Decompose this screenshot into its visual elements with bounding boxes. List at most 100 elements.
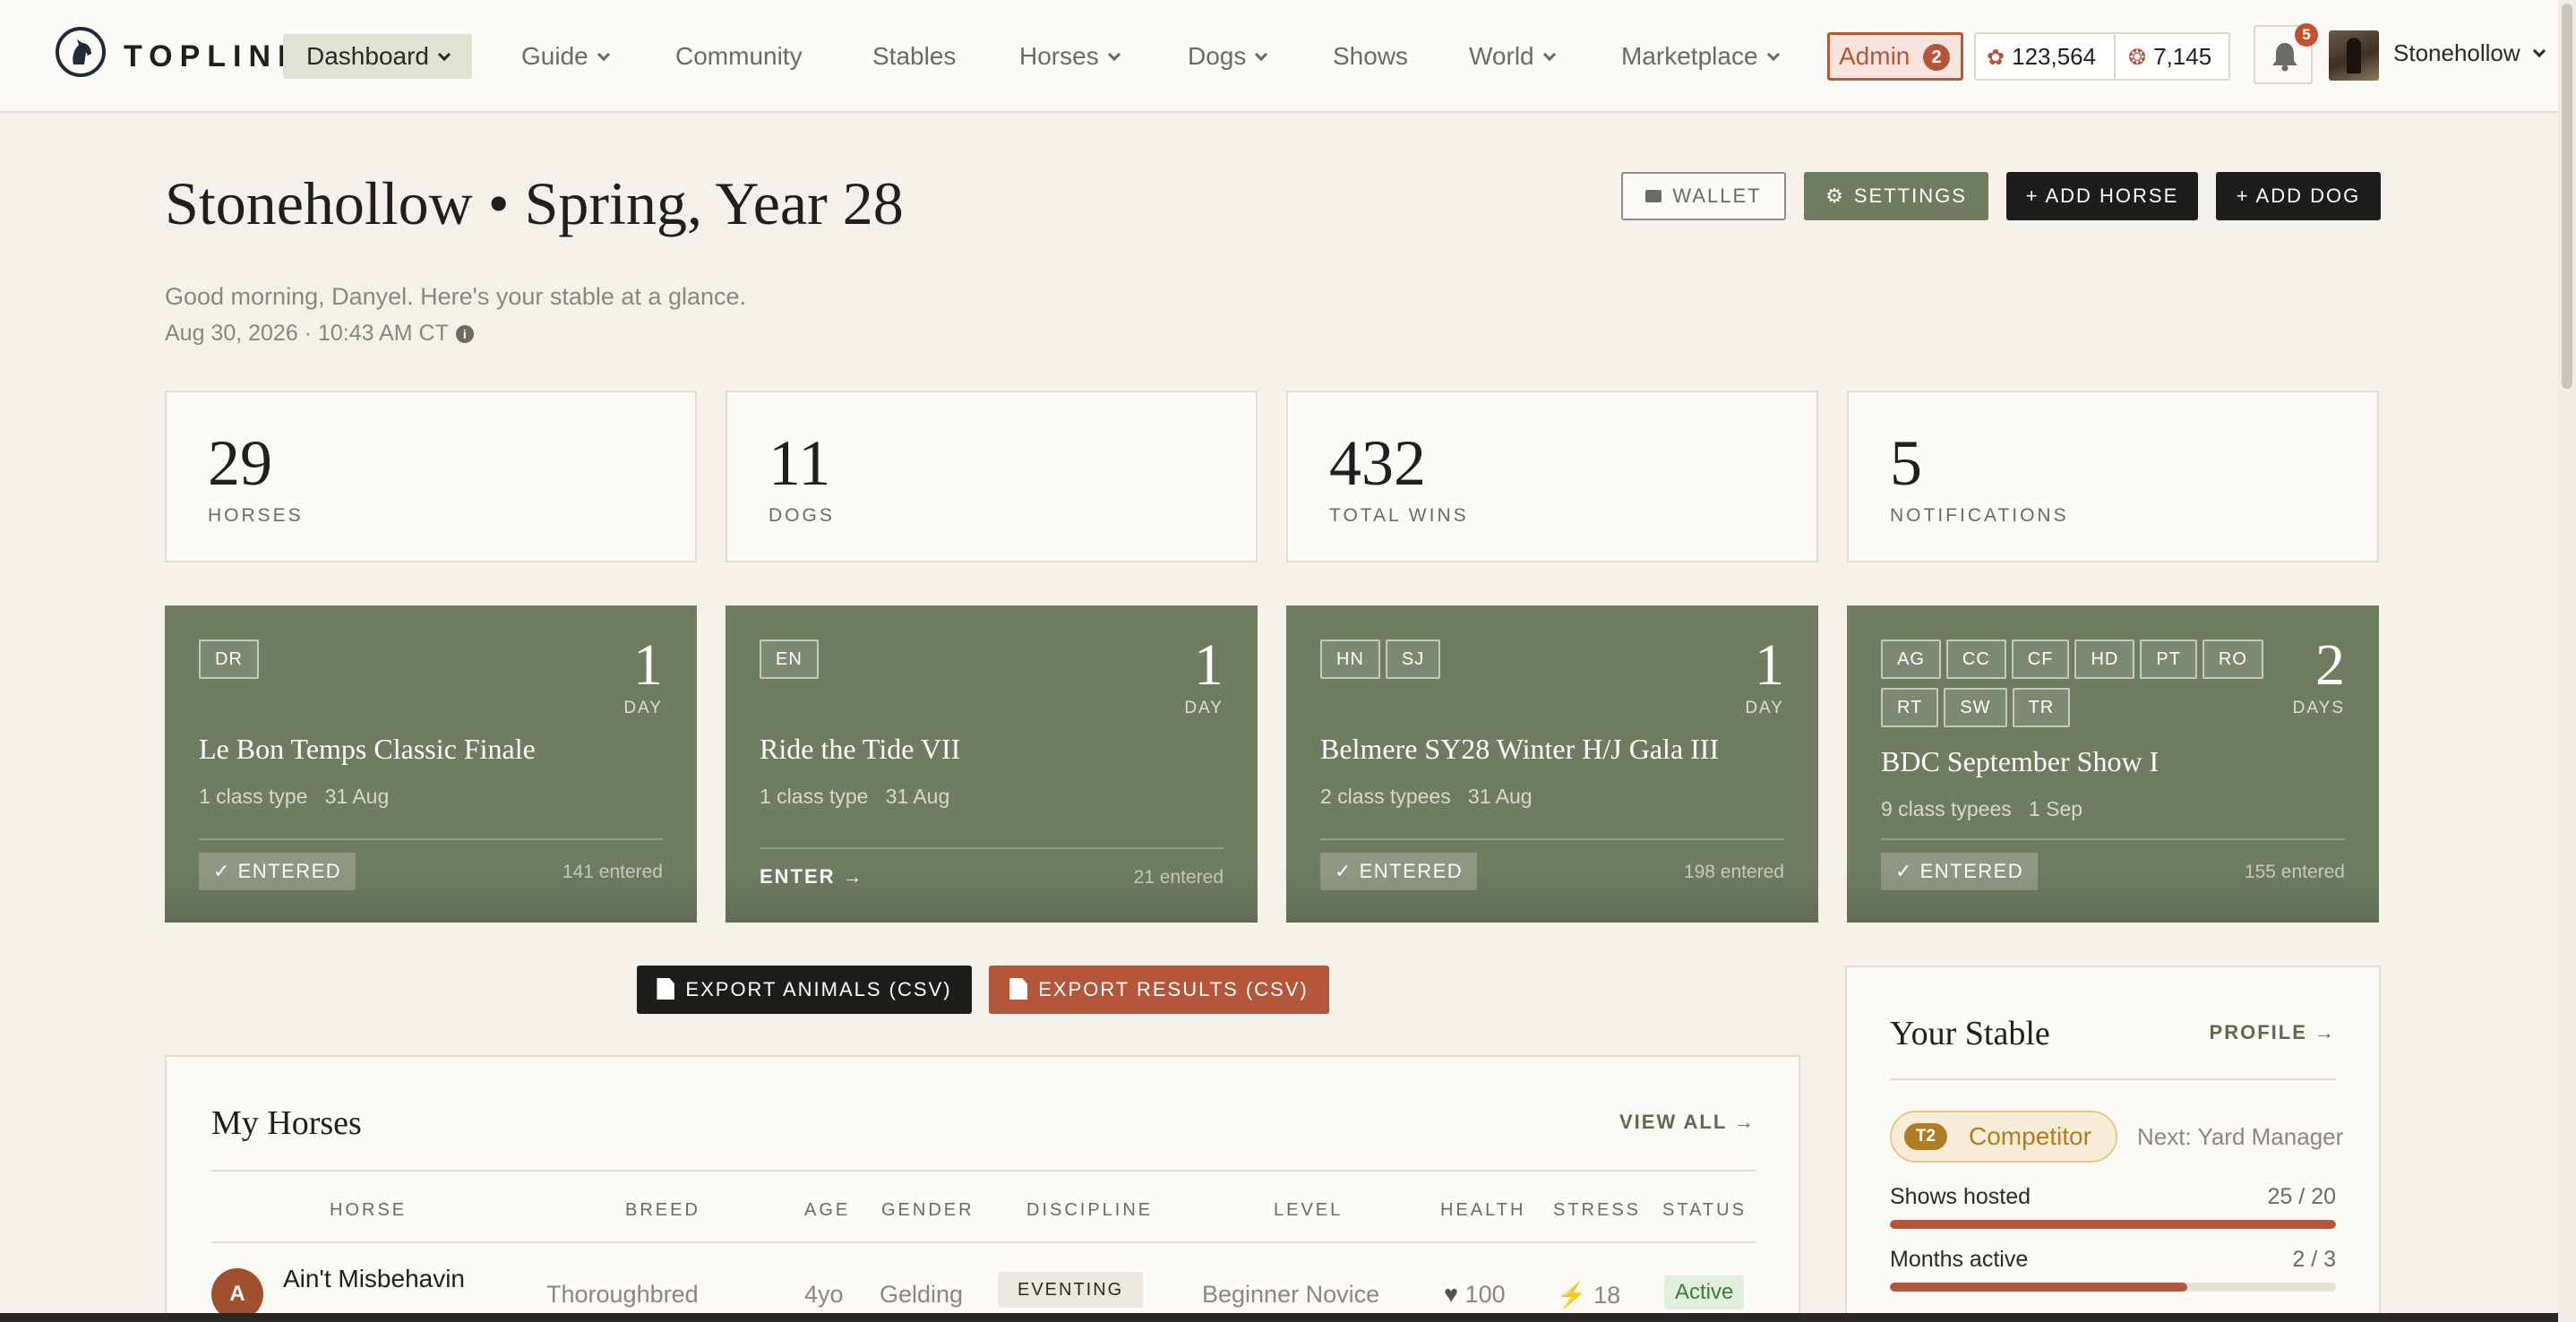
scrollbar-thumb[interactable] xyxy=(2562,4,2572,389)
column-header-age[interactable]: AGE xyxy=(804,1200,850,1221)
column-header-stress[interactable]: STRESS xyxy=(1553,1200,1641,1221)
currency-display[interactable]: ✿ 123,564 ❂ 7,145 xyxy=(1974,32,2230,81)
nav-world[interactable]: World xyxy=(1469,34,1556,79)
horse-name-link[interactable]: Ain't Misbehavin xyxy=(283,1265,465,1293)
chevron-down-icon xyxy=(1542,47,1556,62)
show-title[interactable]: Le Bon Temps Classic Finale xyxy=(199,733,536,766)
stat-card-notifications[interactable]: 5 NOTIFICATIONS xyxy=(1847,391,2379,562)
brand-name[interactable]: TOPLINE xyxy=(124,39,305,74)
wallet-icon xyxy=(1645,190,1662,202)
column-header-horse[interactable]: HORSE xyxy=(330,1200,407,1221)
greeting-text: Good morning, Danyel. Here's your stable… xyxy=(165,283,747,310)
tier-name: Competitor xyxy=(1969,1122,2091,1150)
datetime-text: Aug 30, 2026 · 10:43 AM CT i xyxy=(165,321,474,347)
nav-horses[interactable]: Horses xyxy=(1019,34,1121,79)
column-header-breed[interactable]: BREED xyxy=(625,1200,700,1221)
class-tags: DR xyxy=(199,640,593,688)
horse-logo-icon[interactable] xyxy=(56,27,106,77)
show-title[interactable]: BDC September Show I xyxy=(1881,745,2159,778)
nav-dashboard[interactable]: Dashboard xyxy=(283,34,472,79)
datetime-value: Aug 30, 2026 · 10:43 AM CT xyxy=(165,321,449,346)
nav-guide[interactable]: Guide xyxy=(521,34,610,79)
column-header-health[interactable]: HEALTH xyxy=(1440,1200,1525,1221)
admin-label: Admin xyxy=(1839,42,1911,70)
class-tag: SJ xyxy=(1385,640,1441,679)
nav-dogs-label: Dogs xyxy=(1188,42,1247,70)
column-header-status[interactable]: STATUS xyxy=(1662,1200,1747,1221)
horse-breed: Thoroughbred xyxy=(546,1281,699,1308)
wallet-button[interactable]: WALLET xyxy=(1621,172,1786,220)
nav-community[interactable]: Community xyxy=(675,34,803,79)
info-icon[interactable]: i xyxy=(455,325,474,343)
class-tag: TR xyxy=(2012,688,2071,727)
show-meta: 1 class type 31 Aug xyxy=(760,785,949,809)
nav-community-label: Community xyxy=(675,42,803,70)
admin-button[interactable]: Admin 2 xyxy=(1827,32,1963,81)
class-tag: CC xyxy=(1945,640,2006,679)
show-date: 31 Aug xyxy=(1467,785,1533,808)
divider xyxy=(1320,838,1784,840)
stat-card-total-wins[interactable]: 432 TOTAL WINS xyxy=(1286,391,1818,562)
nav-dogs[interactable]: Dogs xyxy=(1188,34,1268,79)
days-until-value: 2 xyxy=(2315,632,2345,698)
nav-guide-label: Guide xyxy=(521,42,588,70)
stat-label: NOTIFICATIONS xyxy=(1890,505,2069,526)
export-animals-button[interactable]: EXPORT ANIMALS (CSV) xyxy=(637,966,972,1014)
avatar[interactable] xyxy=(2329,30,2379,81)
stat-value: 29 xyxy=(208,427,272,499)
discipline-badge: EVENTING xyxy=(998,1272,1144,1308)
class-tag: DR xyxy=(199,640,259,679)
column-header-level[interactable]: LEVEL xyxy=(1274,1200,1343,1221)
nav-stables[interactable]: Stables xyxy=(872,34,956,79)
class-tag: RO xyxy=(2202,640,2263,679)
progress-label: Months active xyxy=(1890,1247,2029,1272)
progress-bar xyxy=(1890,1283,2336,1292)
divider xyxy=(211,1170,1756,1172)
show-class-count: 1 class type xyxy=(199,785,308,808)
your-stable-panel: Your Stable PROFILE → T2 Competitor Next… xyxy=(1845,966,2381,1322)
show-class-count: 2 class typees xyxy=(1320,785,1451,808)
notifications-button[interactable]: 5 xyxy=(2254,23,2318,84)
horseshoe-icon: ❂ xyxy=(2128,46,2147,70)
class-tags: AG CC CF HD PT RO RT SW TR xyxy=(1881,640,2284,736)
column-header-discipline[interactable]: DISCIPLINE xyxy=(1026,1200,1153,1221)
add-dog-button[interactable]: + ADD DOG xyxy=(2216,172,2381,220)
profile-link[interactable]: PROFILE → xyxy=(2210,1021,2336,1044)
show-title[interactable]: Belmere SY28 Winter H/J Gala III xyxy=(1320,733,1719,766)
show-title[interactable]: Ride the Tide VII xyxy=(760,733,960,766)
class-tag: PT xyxy=(2140,640,2197,679)
show-card[interactable]: HN SJ 1 DAY Belmere SY28 Winter H/J Gala … xyxy=(1286,605,1818,923)
view-all-link[interactable]: VIEW ALL → xyxy=(1619,1111,1756,1134)
show-card[interactable]: DR 1 DAY Le Bon Temps Classic Finale 1 c… xyxy=(165,605,697,923)
entered-count: 141 entered xyxy=(562,862,663,882)
nav-shows[interactable]: Shows xyxy=(1333,34,1408,79)
show-card[interactable]: EN 1 DAY Ride the Tide VII 1 class type … xyxy=(726,605,1258,923)
show-meta: 9 class typees 1 Sep xyxy=(1881,797,2082,821)
horse-level: Beginner Novice xyxy=(1202,1281,1380,1308)
user-menu[interactable]: Stonehollow xyxy=(2393,39,2546,67)
wallet-label: WALLET xyxy=(1672,185,1762,207)
show-card[interactable]: AG CC CF HD PT RO RT SW TR 2 DAYS BDC September … xyxy=(1847,605,2379,923)
days-until-label: DAY xyxy=(623,699,663,717)
settings-button[interactable]: ⚙ SETTINGS xyxy=(1804,172,1988,220)
column-header-gender[interactable]: GENDER xyxy=(881,1200,975,1221)
horse-stress: ⚡ 18 xyxy=(1557,1281,1620,1309)
nav-marketplace-label: Marketplace xyxy=(1621,42,1758,70)
entered-count: 155 entered xyxy=(2244,862,2345,882)
entered-count: 21 entered xyxy=(1133,867,1224,888)
divider xyxy=(760,847,1224,849)
bell-icon xyxy=(2272,43,2297,72)
stat-card-dogs[interactable]: 11 DOGS xyxy=(726,391,1258,562)
page-scrollbar[interactable] xyxy=(2558,0,2576,1322)
enter-show-link[interactable]: ENTER → xyxy=(760,865,864,888)
heartbeat-icon: ♥ xyxy=(1444,1281,1459,1308)
chevron-down-icon xyxy=(1255,47,1268,62)
add-horse-button[interactable]: + ADD HORSE xyxy=(2006,172,2198,220)
document-icon xyxy=(1009,978,1028,1000)
export-results-label: EXPORT RESULTS (CSV) xyxy=(1038,978,1309,1000)
stat-card-horses[interactable]: 29 HORSES xyxy=(165,391,697,562)
lightning-icon: ⚡ xyxy=(1557,1282,1587,1309)
divider xyxy=(199,838,663,840)
nav-marketplace[interactable]: Marketplace xyxy=(1621,34,1780,79)
export-results-button[interactable]: EXPORT RESULTS (CSV) xyxy=(989,966,1329,1014)
